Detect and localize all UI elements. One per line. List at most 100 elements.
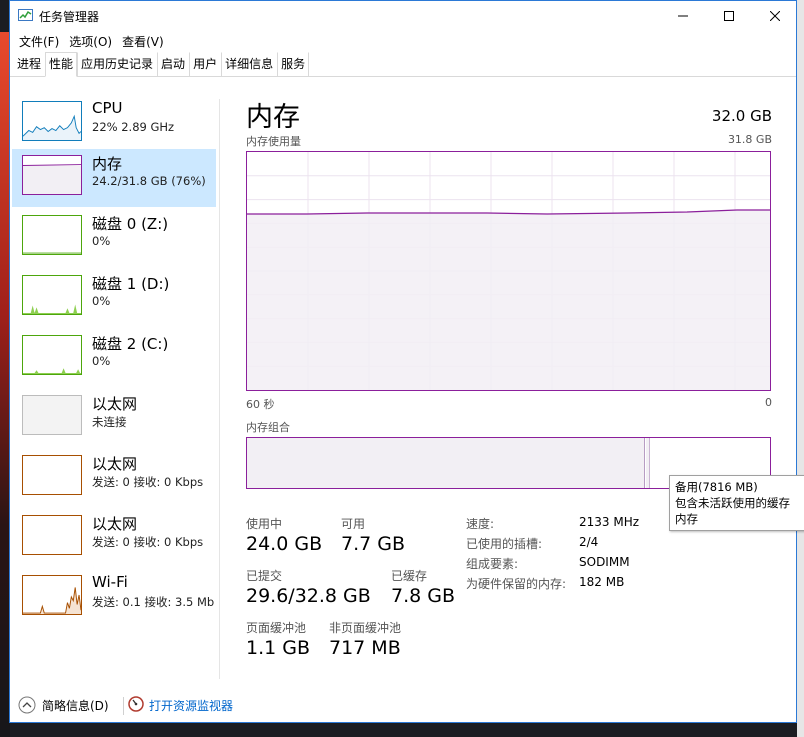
speed-label: 速度: <box>466 517 495 531</box>
footer-bar: 简略信息(D) 打开资源监视器 <box>10 691 796 721</box>
sidebar-item-ethernet-3[interactable]: 以太网 发送: 0 接收: 0 Kbps <box>12 509 216 567</box>
sidebar-item-label: 以太网 <box>92 515 138 533</box>
cached-value: 7.8 GB <box>391 585 456 607</box>
minimize-icon <box>678 15 688 17</box>
total-memory: 32.0 GB <box>711 107 772 125</box>
sidebar-item-label: Wi-Fi <box>92 573 128 591</box>
sidebar-item-ethernet-2[interactable]: 以太网 发送: 0 接收: 0 Kbps <box>12 449 216 507</box>
hardware-reserved-value: 182 MB <box>579 575 625 589</box>
wifi-thumbnail-graph <box>22 575 82 615</box>
sidebar-item-label: 以太网 <box>92 455 138 473</box>
page-title: 内存 <box>246 102 300 133</box>
sidebar-item-ethernet-disconnected[interactable]: 以太网 未连接 <box>12 389 216 447</box>
tab-users[interactable]: 用户 <box>189 52 221 76</box>
tab-services[interactable]: 服务 <box>277 52 310 76</box>
composition-label: 内存组合 <box>246 421 290 434</box>
cpu-thumbnail-graph <box>22 101 82 141</box>
ethernet-thumbnail-graph <box>22 395 82 435</box>
slots-used-value: 2/4 <box>579 535 599 549</box>
ethernet-thumbnail-graph <box>22 455 82 495</box>
sidebar-item-disk-2[interactable]: 磁盘 2 (C:) 0% <box>12 329 216 387</box>
title-bar[interactable]: 任务管理器 <box>10 1 796 31</box>
available-value: 7.7 GB <box>341 533 406 555</box>
sidebar-item-disk-1[interactable]: 磁盘 1 (D:) 0% <box>12 269 216 327</box>
sidebar-item-subtitle: 22% 2.89 GHz <box>92 120 175 134</box>
footer-divider <box>123 697 124 715</box>
tab-processes[interactable]: 进程 <box>13 52 45 76</box>
menu-file[interactable]: 文件(F) <box>14 33 64 50</box>
paged-pool-value: 1.1 GB <box>246 637 311 659</box>
sidebar-item-subtitle: 发送: 0.1 接收: 3.5 Mb <box>92 595 215 609</box>
minimize-button[interactable] <box>660 1 706 31</box>
ethernet-thumbnail-graph <box>22 515 82 555</box>
sidebar-divider[interactable] <box>219 99 220 679</box>
menu-view[interactable]: 查看(V) <box>117 33 169 50</box>
slots-used-label: 已使用的插槽: <box>466 537 543 551</box>
task-manager-app-icon <box>18 9 33 21</box>
tab-details[interactable]: 详细信息 <box>221 52 277 76</box>
tab-performance[interactable]: 性能 <box>45 52 78 77</box>
sidebar-item-subtitle: 0% <box>92 234 111 248</box>
sidebar-item-cpu[interactable]: CPU 22% 2.89 GHz <box>12 95 216 153</box>
memory-usage-graph <box>246 151 771 391</box>
sidebar-item-label: 磁盘 1 (D:) <box>92 275 170 293</box>
sidebar-item-subtitle: 0% <box>92 354 111 368</box>
sidebar-item-label: 磁盘 0 (Z:) <box>92 215 169 233</box>
in-use-value: 24.0 GB <box>246 533 323 555</box>
maximize-button[interactable] <box>706 1 752 31</box>
maximize-icon <box>724 11 734 21</box>
form-factor-label: 组成要素: <box>466 557 519 571</box>
graph-time-start: 60 秒 <box>246 398 275 411</box>
cached-label: 已缓存 <box>391 569 428 583</box>
sidebar-item-label: CPU <box>92 99 123 117</box>
usage-graph-max: 31.8 GB <box>727 133 772 146</box>
memory-usage-area <box>247 210 770 390</box>
sidebar-item-subtitle: 0% <box>92 294 111 308</box>
disk-2-thumbnail-graph <box>22 335 82 375</box>
tab-bar: 进程 性能 应用历史记录 启动 用户 详细信息 服务 <box>10 51 796 77</box>
disk-1-thumbnail-graph <box>22 275 82 315</box>
menu-bar: 文件(F) 选项(O) 查看(V) <box>10 31 796 51</box>
composition-modified-segment[interactable] <box>646 438 650 488</box>
tab-app-history[interactable]: 应用历史记录 <box>77 52 157 76</box>
sidebar-item-memory[interactable]: 内存 24.2/31.8 GB (76%) <box>12 149 216 207</box>
window-title: 任务管理器 <box>39 10 100 24</box>
tooltip-line: 备用(7816 MB) <box>675 480 758 494</box>
close-button[interactable] <box>752 1 796 31</box>
chevron-up-circle-icon[interactable] <box>18 696 36 714</box>
sidebar-item-label: 内存 <box>92 155 123 173</box>
usage-graph-label: 内存使用量 <box>246 135 301 148</box>
sidebar-item-disk-0[interactable]: 磁盘 0 (Z:) 0% <box>12 209 216 267</box>
sidebar-item-subtitle: 发送: 0 接收: 0 Kbps <box>92 535 204 549</box>
sidebar-item-wifi[interactable]: Wi-Fi 发送: 0.1 接收: 3.5 Mb <box>12 569 216 627</box>
tab-startup[interactable]: 启动 <box>157 52 189 76</box>
composition-tooltip: 备用(7816 MB) 包含未活跃使用的缓存 内存 <box>669 475 804 531</box>
sidebar-item-subtitle: 未连接 <box>92 415 127 429</box>
memory-thumbnail-graph <box>22 155 82 195</box>
fewer-details-button[interactable]: 简略信息(D) <box>42 697 109 714</box>
performance-sidebar: CPU 22% 2.89 GHz 内存 24.2/31.8 GB (76%) 磁… <box>10 95 218 635</box>
paged-pool-label: 页面缓冲池 <box>246 621 307 635</box>
sidebar-item-label: 以太网 <box>92 395 138 413</box>
menu-options[interactable]: 选项(O) <box>64 33 117 50</box>
desktop-background-right <box>797 0 804 737</box>
composition-in-use-segment[interactable] <box>247 438 645 488</box>
in-use-label: 使用中 <box>246 517 283 531</box>
sidebar-item-subtitle: 发送: 0 接收: 0 Kbps <box>92 475 204 489</box>
nonpaged-pool-label: 非页面缓冲池 <box>329 621 402 635</box>
close-icon <box>770 11 780 21</box>
graph-time-end: 0 <box>765 396 772 409</box>
form-factor-value: SODIMM <box>579 555 630 569</box>
task-manager-window: 任务管理器 文件(F) 选项(O) 查看(V) 进程 性能 应用历史记录 启动 … <box>9 0 797 723</box>
disk-0-thumbnail-graph <box>22 215 82 255</box>
tooltip-line: 包含未活跃使用的缓存 <box>675 496 790 510</box>
open-resource-monitor-link[interactable]: 打开资源监视器 <box>149 697 233 714</box>
resource-monitor-icon <box>128 696 144 712</box>
committed-label: 已提交 <box>246 569 283 583</box>
speed-value: 2133 MHz <box>579 515 640 529</box>
sidebar-item-subtitle: 24.2/31.8 GB (76%) <box>92 174 206 188</box>
nonpaged-pool-value: 717 MB <box>329 637 401 659</box>
committed-value: 29.6/32.8 GB <box>246 585 371 607</box>
tooltip-line: 内存 <box>675 512 698 526</box>
sidebar-item-label: 磁盘 2 (C:) <box>92 335 169 353</box>
